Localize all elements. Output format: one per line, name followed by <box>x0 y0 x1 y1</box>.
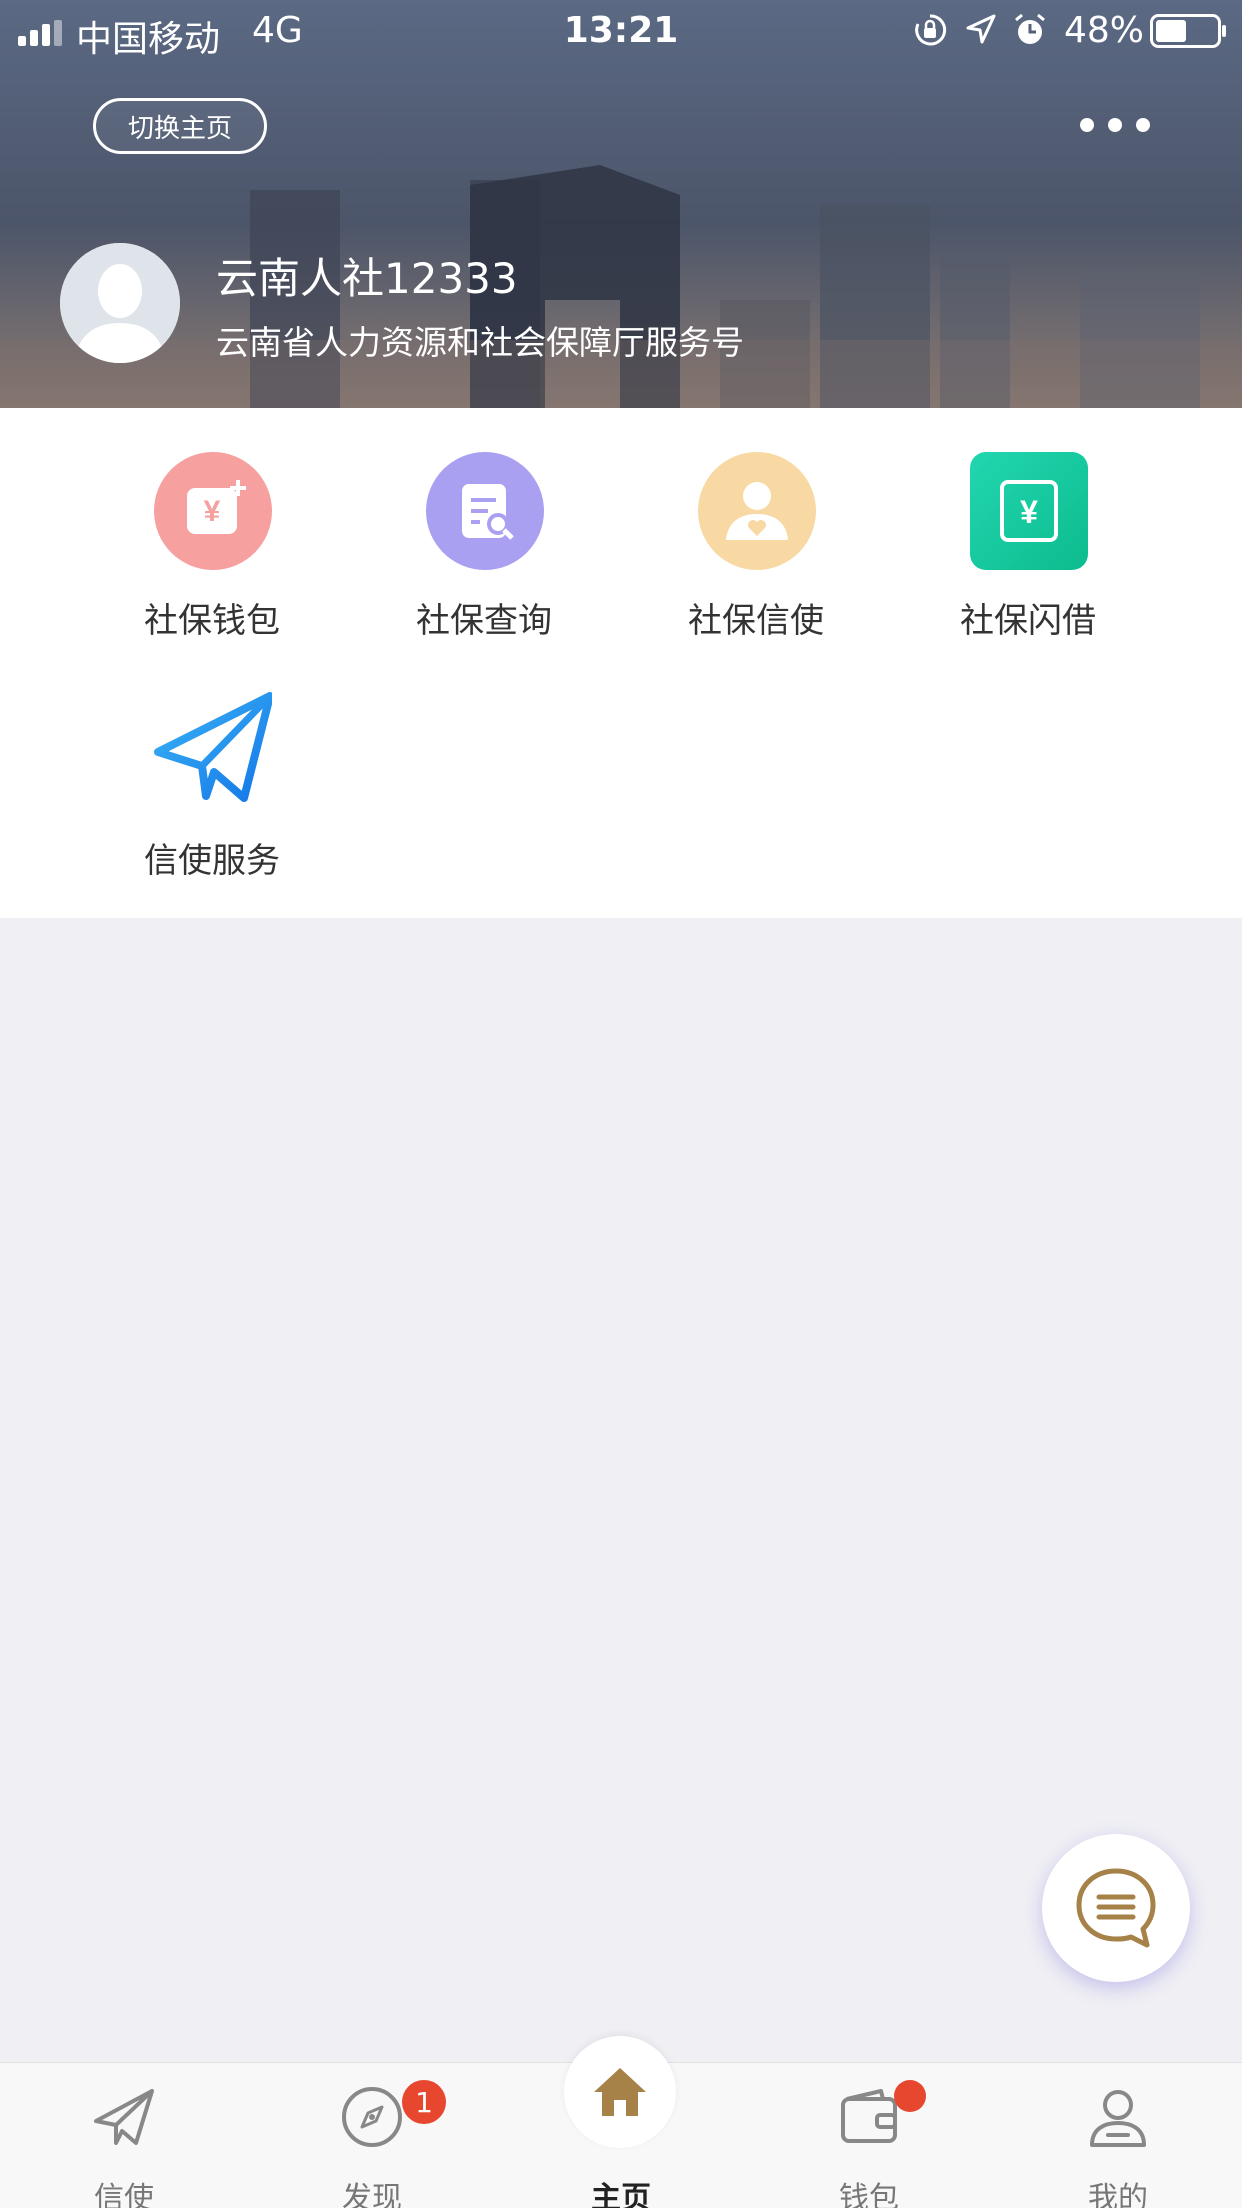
alarm-icon <box>1015 13 1045 44</box>
compass-icon <box>342 2087 402 2147</box>
rotation-lock-icon <box>915 14 947 46</box>
tab-label: 信使 <box>94 2181 154 2208</box>
home-icon <box>594 2068 646 2116</box>
paper-plane-icon <box>154 692 274 802</box>
menu-item-social-messenger[interactable]: 社保信使 <box>620 408 892 641</box>
more-dots-icon[interactable] <box>1080 110 1150 140</box>
account-description: 云南省人力资源和社会保障厅服务号 <box>216 323 744 362</box>
tab-wallet[interactable]: 钱包 <box>745 2063 993 2208</box>
menu-item-social-flash-loan[interactable]: ¥ 社保闪借 <box>892 408 1164 641</box>
clock: 13:21 <box>563 10 679 51</box>
wallet-yen-icon: ¥ <box>154 452 272 570</box>
battery-percent: 48% <box>1064 10 1145 51</box>
user-icon <box>1090 2090 1146 2147</box>
menu-item-social-wallet[interactable]: ¥ 社保钱包 <box>76 408 348 641</box>
switch-homepage-button[interactable]: 切换主页 <box>93 98 267 154</box>
menu-item-label: 社保钱包 <box>144 601 280 641</box>
yen-card-icon: ¥ <box>970 452 1088 570</box>
tab-label: 发现 <box>342 2181 402 2208</box>
menu-item-label: 信使服务 <box>144 841 280 881</box>
document-search-icon <box>426 452 544 570</box>
tab-mine[interactable]: 我的 <box>994 2063 1242 2208</box>
wallet-icon <box>841 2089 897 2143</box>
menu-item-messenger-service[interactable]: 信使服务 <box>76 648 348 881</box>
chat-bubble-icon <box>1076 1868 1156 1948</box>
discover-badge: 1 <box>402 2080 446 2124</box>
tab-label: 钱包 <box>839 2181 899 2208</box>
account-header: 中国移动 4G 13:21 48% 切换主页 云南人社12333 云南省人力资源… <box>0 0 1242 408</box>
location-arrow-icon <box>966 14 996 44</box>
tab-label: 主页 <box>591 2181 651 2208</box>
wallet-notification-dot <box>894 2080 926 2112</box>
paper-plane-icon <box>94 2089 154 2145</box>
menu-item-label: 社保查询 <box>416 601 552 641</box>
svg-text:¥: ¥ <box>204 495 221 528</box>
battery-icon <box>1150 14 1226 48</box>
tab-messenger[interactable]: 信使 <box>0 2063 248 2208</box>
status-bar: 中国移动 4G 13:21 48% <box>0 0 1242 62</box>
menu-item-label: 社保闪借 <box>960 601 1096 641</box>
menu-item-social-query[interactable]: 社保查询 <box>348 408 620 641</box>
svg-text:¥: ¥ <box>1020 494 1038 530</box>
tab-label: 我的 <box>1088 2181 1148 2208</box>
avatar[interactable] <box>60 243 180 363</box>
chat-button[interactable] <box>1042 1834 1190 1982</box>
tab-discover[interactable]: 发现 <box>248 2063 496 2208</box>
person-heart-icon <box>698 452 816 570</box>
default-user-avatar-icon <box>60 243 180 363</box>
home-tab-button[interactable] <box>564 2036 676 2148</box>
menu-item-label: 社保信使 <box>688 601 824 641</box>
service-menu: ¥ 社保钱包 社保查询 社保信使 ¥ 社保闪借 信使服务 <box>0 408 1242 918</box>
account-name: 云南人社12333 <box>216 254 518 303</box>
